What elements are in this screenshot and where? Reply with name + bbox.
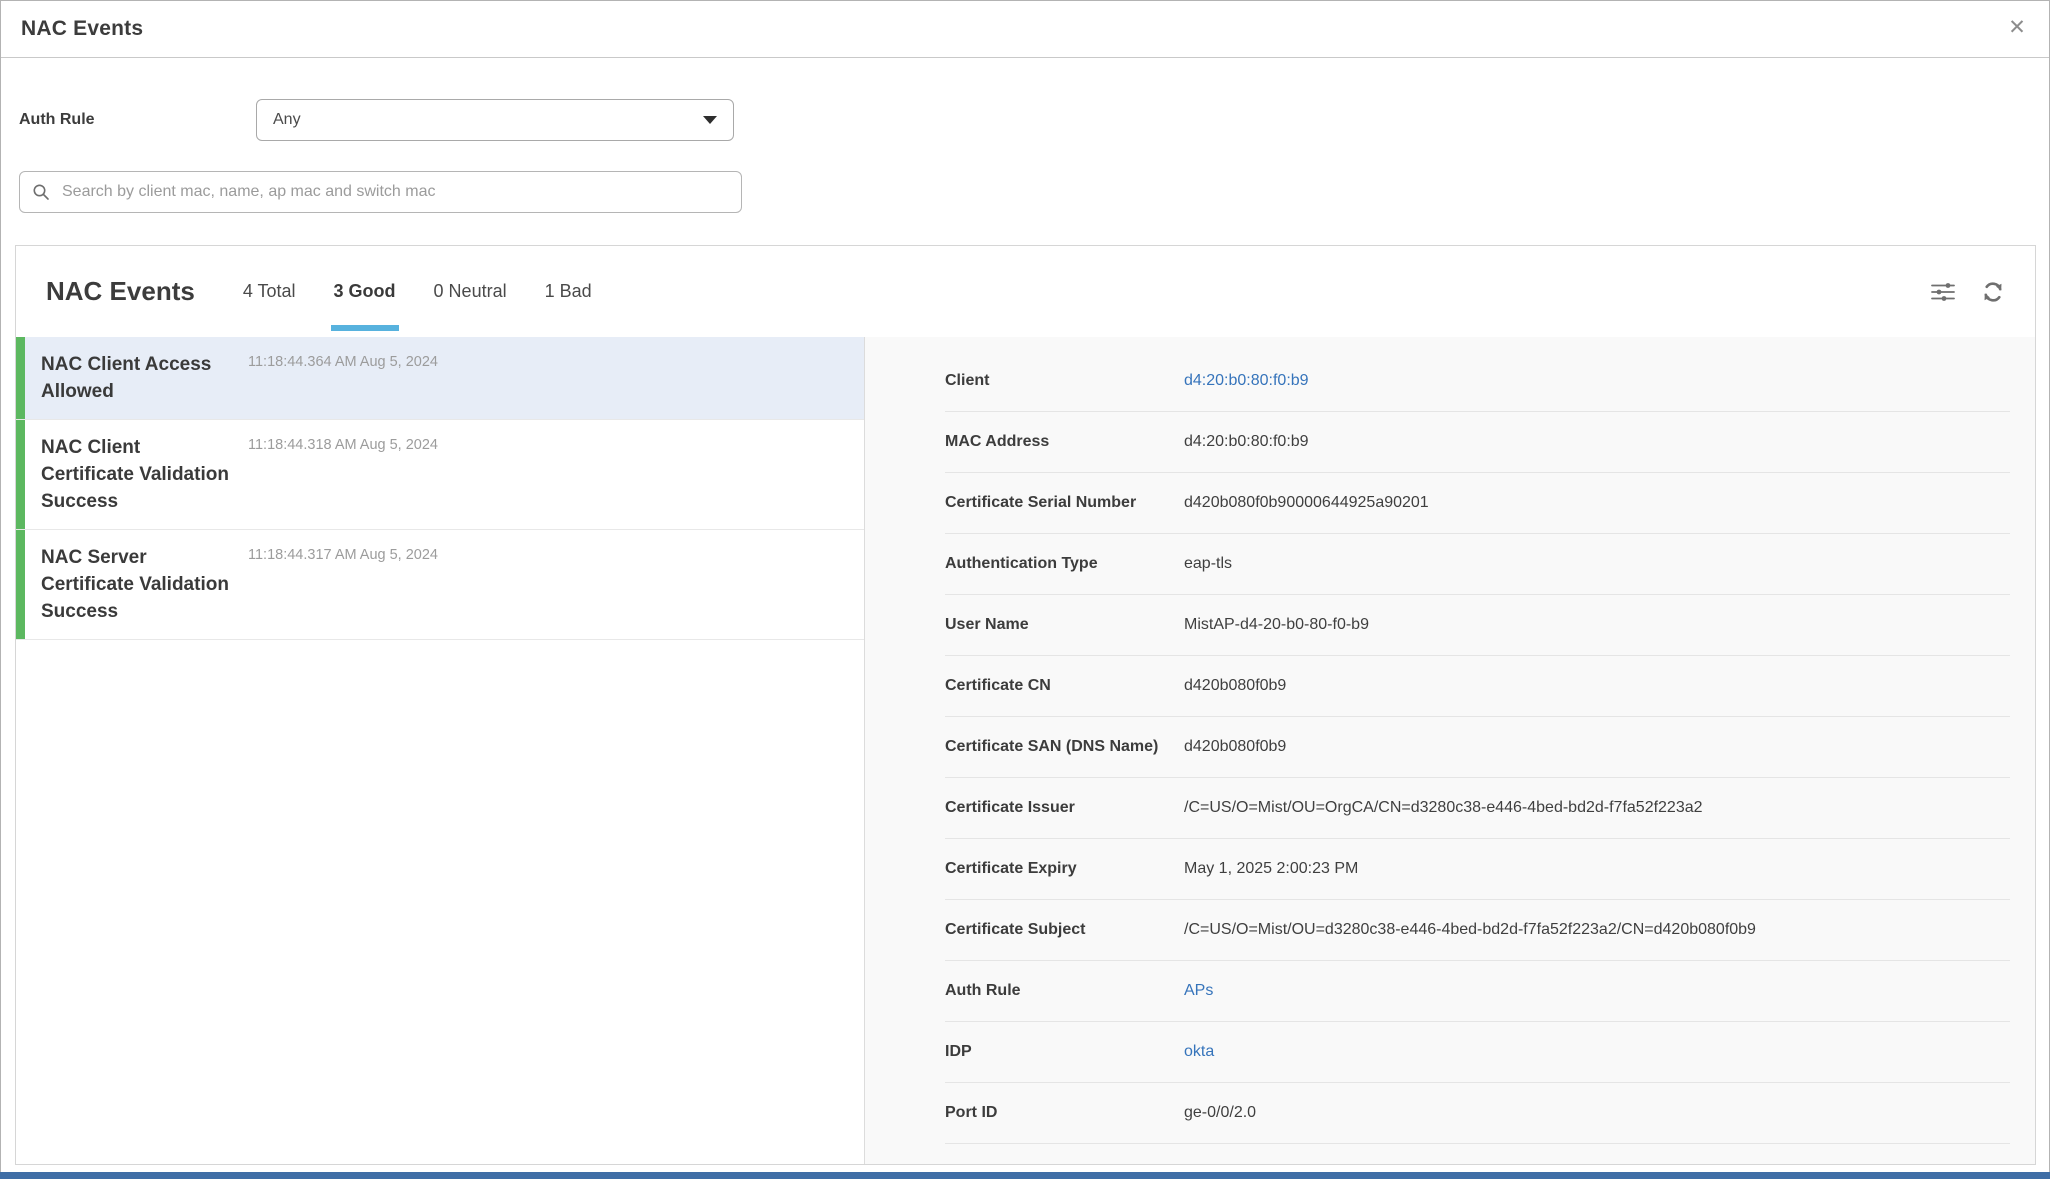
detail-value: May 1, 2025 2:00:23 PM (1184, 857, 1358, 881)
detail-label: Certificate SAN (DNS Name) (945, 735, 1184, 759)
auth-rule-select[interactable]: Any (256, 99, 734, 141)
refresh-icon (1980, 279, 2006, 305)
panel-title: NAC Events (46, 276, 195, 307)
detail-value: d420b080f0b9 (1184, 735, 1286, 759)
detail-value: MistAP-d4-20-b0-80-f0-b9 (1184, 613, 1369, 637)
detail-row: Authentication Typeeap-tls (945, 534, 2010, 595)
detail-value: d420b080f0b90000644925a90201 (1184, 491, 1429, 515)
event-list-item[interactable]: NAC Client Access Allowed 11:18:44.364 AM… (16, 337, 864, 420)
detail-value: d4:20:b0:80:f0:b9 (1184, 430, 1309, 454)
detail-label: IDP (945, 1040, 1184, 1064)
filter-settings-button[interactable] (1929, 278, 1957, 306)
detail-value: /C=US/O=Mist/OU=d3280c38-e446-4bed-bd2d-… (1184, 918, 1756, 942)
auth-rule-label: Auth Rule (19, 111, 256, 129)
modal-title: NAC Events (21, 17, 143, 41)
event-details: Clientd4:20:b0:80:f0:b9MAC Addressd4:20:… (865, 337, 2035, 1164)
detail-value-link[interactable]: okta (1184, 1040, 1214, 1064)
event-list-item[interactable]: NAC Server Certificate Validation Succes… (16, 530, 864, 640)
detail-row: Certificate ExpiryMay 1, 2025 2:00:23 PM (945, 839, 2010, 900)
event-timestamp: 11:18:44.318 AM Aug 5, 2024 (248, 437, 438, 453)
event-list-item[interactable]: NAC Client Certificate Validation Succes… (16, 420, 864, 530)
detail-row: Clientd4:20:b0:80:f0:b9 (945, 351, 2010, 412)
event-title: NAC Client Certificate Validation Succes… (41, 434, 236, 515)
status-good-bar (16, 530, 25, 639)
tab-good[interactable]: 3 Good (334, 281, 396, 302)
detail-row: Port IDge-0/0/2.0 (945, 1083, 2010, 1144)
modal-header: NAC Events ✕ (1, 1, 2049, 58)
detail-rows: Clientd4:20:b0:80:f0:b9MAC Addressd4:20:… (945, 351, 2010, 1144)
auth-rule-row: Auth Rule Any (19, 99, 2049, 141)
detail-value: /C=US/O=Mist/OU=OrgCA/CN=d3280c38-e446-4… (1184, 796, 1703, 820)
detail-row: MAC Addressd4:20:b0:80:f0:b9 (945, 412, 2010, 473)
detail-row: Certificate Issuer/C=US/O=Mist/OU=OrgCA/… (945, 778, 2010, 839)
panel-body: NAC Client Access Allowed 11:18:44.364 AM… (16, 337, 2035, 1164)
auth-rule-selected-value: Any (273, 111, 703, 129)
detail-value: d420b080f0b9 (1184, 674, 1286, 698)
detail-label: User Name (945, 613, 1184, 637)
detail-label: Port ID (945, 1101, 1184, 1125)
tab-total[interactable]: 4 Total (243, 281, 296, 302)
detail-row: Certificate SAN (DNS Name)d420b080f0b9 (945, 717, 2010, 778)
panel-header-icons (1929, 278, 2007, 306)
close-button[interactable]: ✕ (2001, 11, 2033, 43)
status-good-bar (16, 420, 25, 529)
detail-row: User NameMistAP-d4-20-b0-80-f0-b9 (945, 595, 2010, 656)
detail-label: Auth Rule (945, 979, 1184, 1003)
event-title: NAC Server Certificate Validation Succes… (41, 544, 236, 625)
status-good-bar (16, 337, 25, 419)
detail-value-link[interactable]: d4:20:b0:80:f0:b9 (1184, 369, 1309, 393)
nac-events-panel: NAC Events 4 Total 3 Good 0 Neutral 1 Bad (15, 245, 2036, 1165)
event-timestamp: 11:18:44.317 AM Aug 5, 2024 (248, 547, 438, 563)
event-title: NAC Client Access Allowed (41, 351, 236, 405)
tab-neutral[interactable]: 0 Neutral (434, 281, 507, 302)
close-icon: ✕ (2008, 15, 2026, 40)
detail-row: Certificate CNd420b080f0b9 (945, 656, 2010, 717)
search-box[interactable] (19, 171, 742, 213)
detail-label: Certificate Expiry (945, 857, 1184, 881)
search-icon (32, 183, 50, 201)
detail-row: Certificate Subject/C=US/O=Mist/OU=d3280… (945, 900, 2010, 961)
detail-label: Certificate Serial Number (945, 491, 1184, 515)
event-timestamp: 11:18:44.364 AM Aug 5, 2024 (248, 354, 438, 370)
detail-label: Client (945, 369, 1184, 393)
detail-value: eap-tls (1184, 552, 1232, 576)
detail-label: Certificate Subject (945, 918, 1184, 942)
filters-section: Auth Rule Any (1, 58, 2049, 213)
nac-events-modal: NAC Events ✕ Auth Rule Any NAC Events 4 … (0, 0, 2050, 1172)
detail-label: Certificate Issuer (945, 796, 1184, 820)
detail-label: Authentication Type (945, 552, 1184, 576)
event-tabs: 4 Total 3 Good 0 Neutral 1 Bad (243, 281, 592, 302)
tab-bad[interactable]: 1 Bad (545, 281, 592, 302)
detail-value-link[interactable]: APs (1184, 979, 1213, 1003)
detail-label: MAC Address (945, 430, 1184, 454)
detail-row: Auth RuleAPs (945, 961, 2010, 1022)
search-input[interactable] (60, 182, 729, 202)
event-list: NAC Client Access Allowed 11:18:44.364 AM… (16, 337, 865, 1164)
bottom-strip (0, 1172, 2050, 1179)
refresh-button[interactable] (1979, 278, 2007, 306)
chevron-down-icon (703, 116, 717, 124)
detail-label: Certificate CN (945, 674, 1184, 698)
detail-row: Certificate Serial Numberd420b080f0b9000… (945, 473, 2010, 534)
detail-value: ge-0/0/2.0 (1184, 1101, 1256, 1125)
panel-header: NAC Events 4 Total 3 Good 0 Neutral 1 Bad (16, 246, 2035, 337)
detail-row: IDPokta (945, 1022, 2010, 1083)
sliders-icon (1930, 281, 1956, 303)
